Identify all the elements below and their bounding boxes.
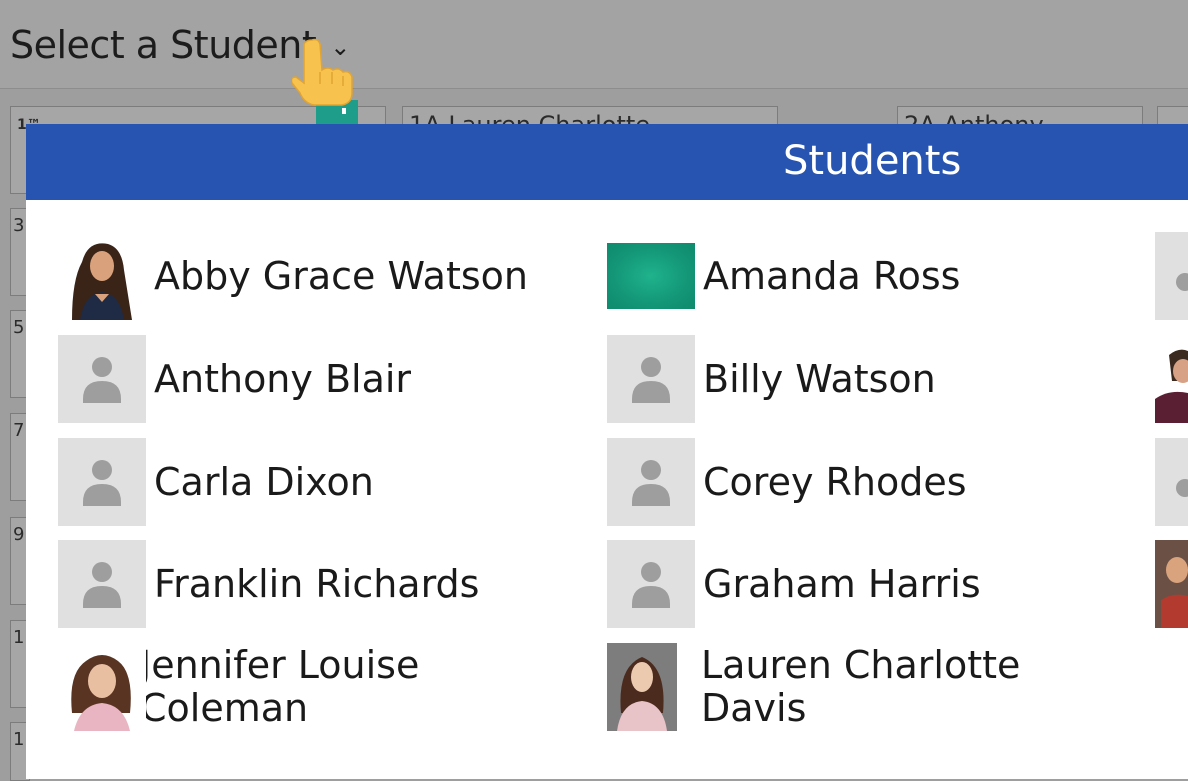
student-item[interactable]: Abby Grace Watson xyxy=(58,232,528,320)
person-placeholder-icon xyxy=(58,335,146,423)
person-placeholder-icon xyxy=(607,335,695,423)
student-name: Amanda Ross xyxy=(703,253,961,298)
student-item[interactable]: Graham Harris xyxy=(607,540,981,628)
person-placeholder-icon[interactable] xyxy=(1155,232,1188,320)
modal-title: Students xyxy=(783,138,962,184)
pointer-hand-icon xyxy=(292,38,358,130)
student-name: Corey Rhodes xyxy=(703,459,967,504)
student-item[interactable]: Carla Dixon xyxy=(58,438,374,526)
person-placeholder-icon xyxy=(607,438,695,526)
student-item[interactable]: Anthony Blair xyxy=(58,335,411,423)
person-placeholder-icon xyxy=(58,540,146,628)
student-name: Abby Grace Watson xyxy=(154,253,528,298)
student-photo-thumbnail[interactable] xyxy=(1155,540,1188,628)
student-name: Graham Harris xyxy=(703,561,981,606)
student-item[interactable]: Lauren Charlotte Davis xyxy=(607,643,1020,731)
person-placeholder-icon xyxy=(607,540,695,628)
top-bar: Select a Student ⌄ xyxy=(0,0,1188,89)
student-item[interactable]: Corey Rhodes xyxy=(607,438,967,526)
modal-header: Students xyxy=(26,124,1188,200)
student-item[interactable]: Billy Watson xyxy=(607,335,936,423)
green-tile-image xyxy=(607,243,695,309)
student-name: Jennifer Louise Coleman xyxy=(140,643,420,730)
student-name: Lauren Charlotte Davis xyxy=(701,643,1021,730)
student-photo-thumbnail[interactable] xyxy=(1155,335,1188,423)
person-placeholder-icon[interactable] xyxy=(1155,438,1188,526)
student-name: Anthony Blair xyxy=(154,356,412,401)
student-name: Carla Dixon xyxy=(154,459,374,504)
photo-girl-icon xyxy=(58,643,146,731)
photo-girl-icon xyxy=(607,643,677,731)
student-name: Billy Watson xyxy=(703,356,936,401)
photo-girl-icon xyxy=(58,232,146,320)
student-item[interactable]: Amanda Ross xyxy=(607,232,960,320)
select-student-label: Select a Student xyxy=(10,23,317,67)
person-placeholder-icon xyxy=(58,438,146,526)
student-name: Franklin Richards xyxy=(154,561,480,606)
student-item[interactable]: Franklin Richards xyxy=(58,540,479,628)
students-modal: Students Abby Grace Watson Amanda Ross A… xyxy=(26,124,1188,779)
student-item[interactable]: Jennifer Louise Coleman xyxy=(58,643,419,731)
